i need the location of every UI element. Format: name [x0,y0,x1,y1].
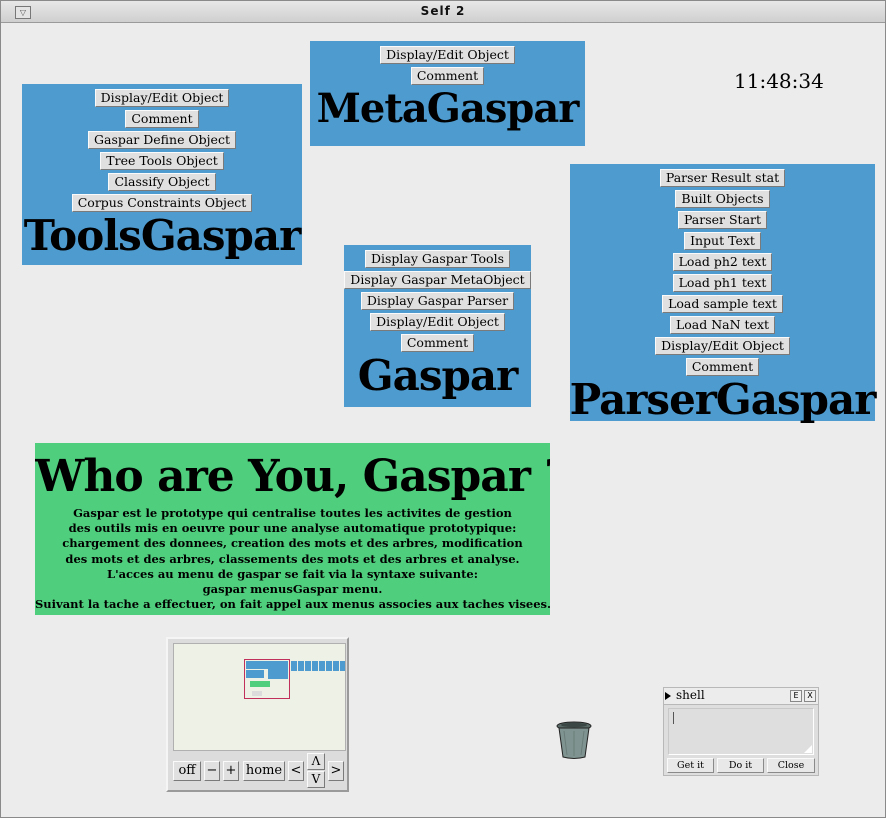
info-line: des mots et des arbres, classements des … [65,551,520,566]
pan-left-button[interactable]: < [288,761,304,781]
pan-right-button[interactable]: > [328,761,344,781]
load-ph1-text-button[interactable]: Load ph1 text [672,274,773,292]
metagaspar-title: MetaGaspar [316,85,580,132]
info-headline: Who are You, Gaspar ? [35,451,550,502]
minimap-outliner [291,661,345,671]
expand-triangle-icon[interactable] [665,692,671,700]
parser-result-stat-button[interactable]: Parser Result stat [659,169,786,187]
navigator-minimap[interactable] [173,643,346,751]
world-navigator[interactable]: off − + home < Λ V > [166,637,349,792]
shell-edit-button[interactable]: E [790,690,802,702]
pan-up-button[interactable]: Λ [307,753,325,770]
do-it-button[interactable]: Do it [717,758,764,773]
info-line: L'acces au menu de gaspar se fait via la… [106,566,478,581]
resize-grip-icon[interactable] [804,745,812,753]
info-line: chargement des donnees, creation des mot… [62,536,523,551]
gaspar-outliner[interactable]: Display Gaspar Tools Display Gaspar Meta… [344,245,531,407]
gaspar-comment-button[interactable]: Comment [400,334,475,352]
toolsgaspar-outliner[interactable]: Display/Edit Object Comment Gaspar Defin… [22,84,302,265]
built-objects-button[interactable]: Built Objects [675,190,770,208]
toolsgaspar-title: ToolsGaspar [23,211,301,260]
info-line: des outils mis en oeuvre pour une analys… [68,521,517,536]
toolsgaspar-define-object-button[interactable]: Gaspar Define Object [88,131,236,149]
load-nan-text-button[interactable]: Load NaN text [669,316,776,334]
pan-down-button[interactable]: V [307,771,325,788]
info-line: Suivant la tache a effectuer, on fait ap… [35,597,550,612]
gaspar-display-parser-button[interactable]: Display Gaspar Parser [360,292,515,310]
gaspar-display-tools-button[interactable]: Display Gaspar Tools [364,250,510,268]
parsergaspar-title: ParserGaspar [569,375,877,424]
toolsgaspar-tree-tools-button[interactable]: Tree Tools Object [100,152,224,170]
self-window: ▽ Self 2 Display/Edit Object Comment Met… [0,0,886,818]
zoom-out-button[interactable]: − [204,761,220,781]
who-are-you-panel[interactable]: Who are You, Gaspar ? Gaspar est le prot… [35,443,550,615]
toolsgaspar-classify-button[interactable]: Classify Object [108,173,216,191]
load-sample-text-button[interactable]: Load sample text [662,295,783,313]
metagaspar-display-edit-button[interactable]: Display/Edit Object [380,46,515,64]
info-line: Gaspar est le prototype qui centralise t… [73,506,512,520]
gaspar-display-metaobject-button[interactable]: Display Gaspar MetaObject [344,271,531,289]
zoom-in-button[interactable]: + [223,761,239,781]
clock: 11:48:34 [734,69,824,93]
gaspar-title: Gaspar [357,351,518,400]
close-button[interactable]: Close [767,758,815,773]
shell-window[interactable]: shell E X Get it Do it Close [663,687,819,776]
navigator-home-button[interactable]: home [243,761,285,781]
parsergaspar-display-edit-button[interactable]: Display/Edit Object [655,337,790,355]
toolsgaspar-display-edit-button[interactable]: Display/Edit Object [94,89,230,107]
trash-can-icon[interactable] [555,720,593,760]
shell-title: shell [676,688,705,702]
get-it-button[interactable]: Get it [667,758,714,773]
shell-header[interactable]: shell E X [664,688,818,705]
parsergaspar-outliner[interactable]: Parser Result stat Built Objects Parser … [569,164,877,424]
metagaspar-comment-button[interactable]: Comment [410,67,485,85]
minimap-viewport[interactable] [244,659,290,699]
toolsgaspar-comment-button[interactable]: Comment [125,110,199,128]
gaspar-display-edit-button[interactable]: Display/Edit Object [370,313,505,331]
parser-start-button[interactable]: Parser Start [677,211,768,229]
toolsgaspar-corpus-constraints-button[interactable]: Corpus Constraints Object [71,194,253,212]
navigator-off-button[interactable]: off [173,761,201,781]
shell-editor[interactable] [668,708,814,755]
info-line: gaspar menusGaspar menu. [202,582,383,597]
input-text-button[interactable]: Input Text [684,232,761,250]
text-cursor [673,712,674,724]
shell-close-icon[interactable]: X [804,690,816,702]
window-titlebar[interactable]: ▽ Self 2 [1,1,885,23]
window-title: Self 2 [420,4,466,18]
parsergaspar-comment-button[interactable]: Comment [685,358,760,376]
metagaspar-outliner[interactable]: Display/Edit Object Comment MetaGaspar [310,41,585,146]
info-body: Gaspar est le prototype qui centralise t… [35,506,550,612]
load-ph2-text-button[interactable]: Load ph2 text [672,253,773,271]
navigator-controls: off − + home < Λ V > [173,753,346,789]
